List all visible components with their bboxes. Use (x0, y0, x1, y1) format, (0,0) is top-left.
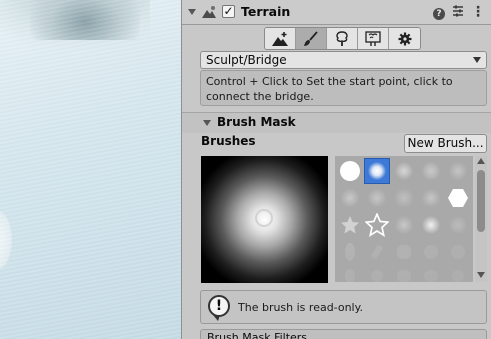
brush-mask-filters-label: Brush Mask Filters (207, 331, 308, 339)
brush-item[interactable] (338, 159, 362, 183)
info-exclamation-icon: ! (208, 295, 230, 317)
brush-preview (201, 156, 328, 283)
preset-icon[interactable] (450, 4, 466, 20)
component-enabled-checkbox[interactable]: ✓ (222, 5, 235, 18)
brush-mask-label: Brush Mask (217, 115, 296, 129)
brush-item[interactable] (338, 213, 362, 237)
foldout-arrow-icon (203, 120, 211, 126)
paint-details-tool-button[interactable] (358, 28, 389, 49)
paint-trees-tool-button[interactable] (327, 28, 358, 49)
more-options-icon[interactable]: ⋮ (470, 4, 486, 20)
raise-lower-tool-button[interactable] (265, 28, 296, 49)
readonly-info-box: ! The brush is read-only. (200, 290, 487, 324)
raise-lower-tool-icon (272, 31, 288, 46)
tool-selector-dropdown[interactable]: Sculpt/Bridge (200, 51, 487, 69)
terrain-settings-button[interactable] (389, 28, 420, 49)
brush-mask-filters-header[interactable]: Brush Mask Filters (200, 329, 487, 339)
brush-center-ring (255, 209, 273, 227)
brush-item[interactable] (392, 213, 416, 237)
terrain-component-icon (202, 6, 216, 18)
terrain-texture (0, 0, 181, 339)
readonly-message: The brush is read-only. (238, 301, 364, 314)
tool-selector-value: Sculpt/Bridge (206, 53, 287, 67)
brush-item[interactable] (392, 186, 416, 210)
component-header[interactable]: ✓ Terrain ? ⋮ (182, 0, 491, 25)
brush-item[interactable] (365, 186, 389, 210)
terrain-settings-gear-icon (398, 32, 411, 45)
component-title: Terrain (241, 4, 291, 19)
scene-view[interactable] (0, 0, 181, 339)
inspector-panel: ✓ Terrain ? ⋮ Sculpt/Bridge Control + Cl… (182, 0, 491, 339)
brush-item[interactable] (446, 213, 470, 237)
grid-fade (335, 238, 473, 282)
brush-item[interactable] (446, 159, 470, 183)
dropdown-arrow-icon (473, 57, 481, 63)
paint-brush-tool-button[interactable] (296, 28, 327, 49)
scroll-up-arrow-icon[interactable] (477, 158, 485, 164)
info-bubble-tail (213, 315, 220, 321)
brush-item[interactable] (446, 186, 470, 210)
foldout-arrow-icon[interactable] (188, 9, 196, 15)
brush-item[interactable] (365, 213, 389, 237)
brush-item[interactable] (392, 159, 416, 183)
paint-brush-tool-icon (304, 30, 318, 46)
brush-item[interactable] (419, 213, 443, 237)
terrain-tool-toolbar (264, 27, 421, 50)
brush-item-selected[interactable] (364, 158, 390, 184)
brush-grid-scrollbar[interactable] (475, 156, 487, 282)
paint-details-tool-icon (365, 30, 381, 46)
brush-item[interactable] (419, 159, 443, 183)
brush-mask-foldout[interactable]: Brush Mask (182, 113, 491, 133)
paint-trees-tool-icon (336, 30, 348, 46)
scroll-down-arrow-icon[interactable] (477, 272, 485, 278)
brush-item[interactable] (338, 186, 362, 210)
new-brush-button[interactable]: New Brush... (404, 134, 487, 153)
brush-grid[interactable] (335, 156, 473, 282)
brushes-label: Brushes (201, 134, 256, 148)
help-icon[interactable]: ? (431, 4, 447, 20)
brush-item[interactable] (419, 186, 443, 210)
scroll-thumb[interactable] (477, 170, 485, 232)
tool-description: Control + Click to Set the start point, … (200, 70, 487, 106)
